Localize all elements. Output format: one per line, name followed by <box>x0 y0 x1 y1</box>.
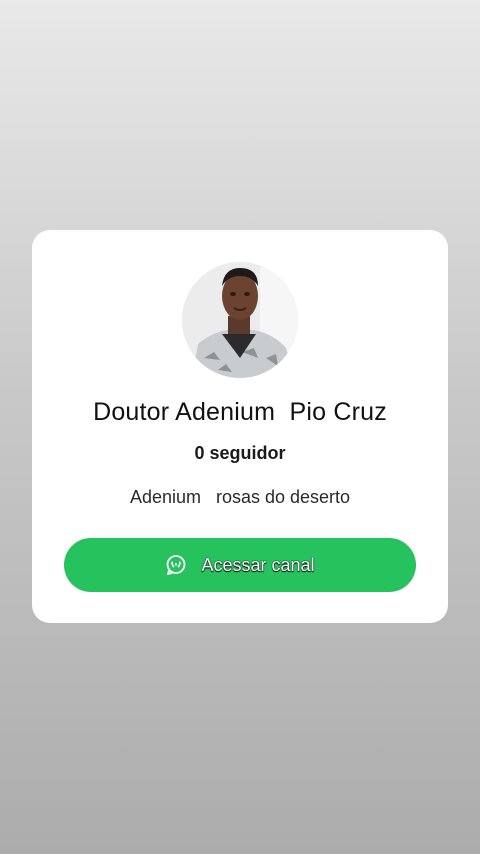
channel-card: Doutor Adenium Pio Cruz 0 seguidor Adeni… <box>32 230 448 623</box>
whatsapp-icon <box>165 554 187 576</box>
access-channel-label: Acessar canal <box>201 554 315 575</box>
follower-count: 0 seguidor <box>194 443 286 463</box>
channel-avatar <box>182 262 298 378</box>
channel-name: Doutor Adenium Pio Cruz <box>93 398 387 426</box>
access-channel-button[interactable]: Acessar canal <box>64 538 416 592</box>
channel-description: Adenium rosas do deserto <box>129 487 351 507</box>
